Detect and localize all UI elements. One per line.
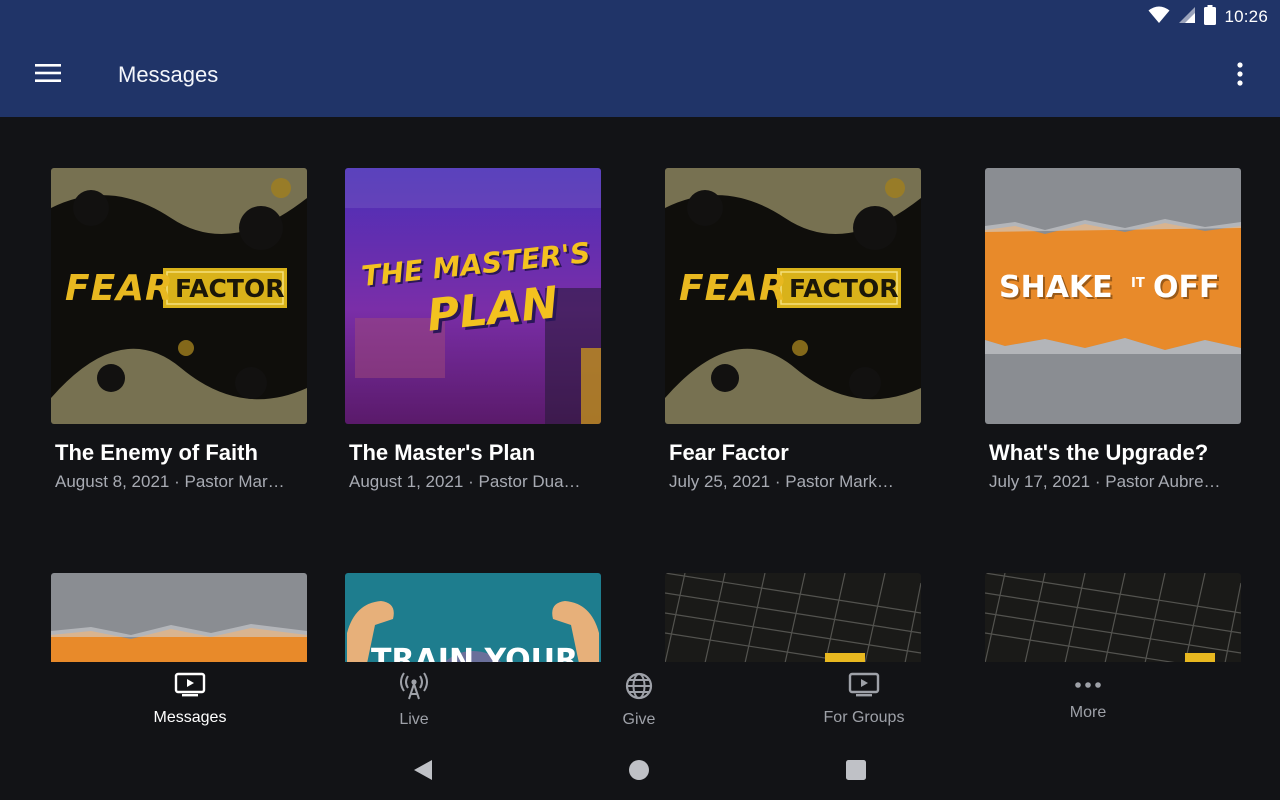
thumbnail-text: FEAR	[679, 268, 788, 309]
message-card[interactable]	[51, 573, 307, 662]
thumbnail-text: TRAIN YOUR	[371, 643, 579, 662]
message-thumbnail: SHAKE IT OFF	[985, 168, 1241, 424]
message-title: What's the Upgrade?	[989, 440, 1209, 465]
message-card[interactable]	[985, 573, 1241, 662]
page-title: Messages	[118, 62, 219, 87]
nav-for-groups[interactable]: For Groups	[794, 672, 934, 732]
nav-label: More	[1069, 704, 1107, 721]
message-thumbnail	[51, 573, 307, 662]
hamburger-icon	[35, 63, 61, 88]
nav-label: For Groups	[823, 709, 905, 726]
nav-label: Give	[622, 711, 656, 728]
more-horizontal-icon	[1074, 672, 1102, 698]
system-recents-button[interactable]	[844, 758, 870, 784]
status-time: 10:26	[1224, 7, 1268, 26]
status-bar: 10:26	[1148, 0, 1280, 34]
message-subtitle: August 1, 2021 · Pastor Dua…	[349, 472, 581, 491]
hamburger-menu-button[interactable]	[28, 58, 68, 92]
message-title: Fear Factor	[669, 440, 789, 465]
message-card[interactable]	[665, 573, 921, 662]
message-title: The Master's Plan	[349, 440, 536, 465]
recents-square-icon	[844, 760, 868, 786]
messages-grid: FEAR FACTOR The Enemy of Faith August 8,…	[0, 117, 1280, 662]
nav-more[interactable]: More	[1018, 672, 1158, 732]
system-navigation-bar	[0, 740, 1280, 800]
nav-messages[interactable]: Messages	[120, 672, 260, 732]
signal-icon	[1178, 6, 1196, 29]
thumbnail-text: FEAR	[65, 268, 174, 309]
app-bar: 10:26 Messages	[0, 0, 1280, 117]
message-subtitle: August 8, 2021 · Pastor Mar…	[55, 472, 285, 491]
thumbnail-text: OFF	[1153, 270, 1220, 305]
message-card[interactable]: SHAKE IT OFF What's the Upgrade? July 17…	[985, 168, 1241, 492]
thumbnail-text: IT	[1131, 276, 1145, 291]
message-subtitle: July 25, 2021 · Pastor Mark…	[669, 472, 894, 491]
overflow-menu-button[interactable]	[1222, 58, 1258, 94]
nav-give[interactable]: Give	[569, 672, 709, 732]
message-thumbnail	[985, 573, 1241, 662]
thumbnail-text: FACTOR	[789, 274, 899, 303]
wifi-icon	[1148, 6, 1170, 29]
message-thumbnail: FEAR FACTOR	[51, 168, 307, 424]
message-card[interactable]: FEAR FACTOR The Enemy of Faith August 8,…	[51, 168, 307, 492]
bottom-navigation: Messages Live Give For Groups More	[0, 662, 1280, 740]
system-home-button[interactable]	[627, 758, 653, 784]
message-title: The Enemy of Faith	[55, 440, 258, 465]
nav-label: Live	[399, 711, 429, 728]
message-thumbnail: THE MASTER'S PLAN	[345, 168, 601, 424]
tv-play-icon	[848, 672, 880, 703]
message-thumbnail: TRAIN YOUR	[345, 573, 601, 662]
broadcast-icon	[399, 672, 429, 705]
message-card[interactable]: THE MASTER'S PLAN The Master's Plan Augu…	[345, 168, 601, 492]
system-back-button[interactable]	[410, 758, 436, 784]
message-card[interactable]: FEAR FACTOR Fear Factor July 25, 2021 · …	[665, 168, 921, 492]
more-vertical-icon	[1237, 61, 1243, 91]
message-card[interactable]: TRAIN YOUR	[345, 573, 601, 662]
battery-icon	[1204, 4, 1217, 30]
back-triangle-icon	[410, 760, 434, 786]
thumbnail-text: SHAKE	[999, 270, 1113, 305]
nav-live[interactable]: Live	[344, 672, 484, 732]
message-thumbnail	[665, 573, 921, 662]
nav-label: Messages	[153, 709, 227, 726]
app-root: 10:26 Messages FEAR FACTOR The Enemy of …	[0, 0, 1280, 800]
tv-play-icon	[174, 672, 206, 703]
message-subtitle: July 17, 2021 · Pastor Aubre…	[989, 472, 1221, 491]
thumbnail-text: FACTOR	[175, 274, 285, 303]
home-circle-icon	[627, 760, 651, 786]
globe-icon	[625, 672, 653, 705]
message-thumbnail: FEAR FACTOR	[665, 168, 921, 424]
